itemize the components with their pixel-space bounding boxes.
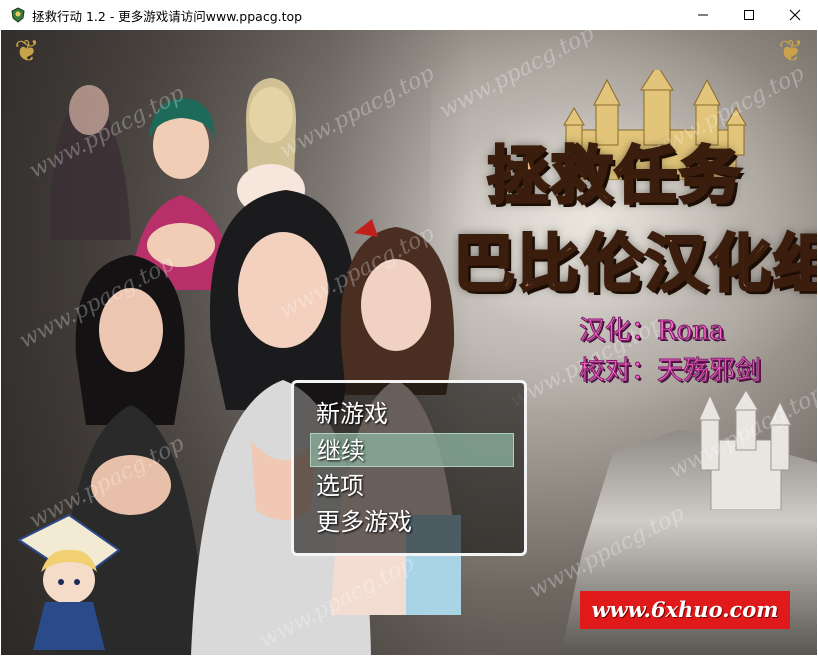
mascot-chibi bbox=[17, 513, 121, 650]
menu-item-options[interactable]: 选项 bbox=[310, 469, 514, 503]
title-bar[interactable]: 拯救行动 1.2 - 更多游戏请访问www.ppacg.top bbox=[0, 0, 818, 30]
minimize-icon bbox=[698, 14, 708, 16]
credit-translation: 汉化：Rona bbox=[578, 316, 725, 347]
site-banner-link[interactable]: www.6xhuo.com bbox=[580, 591, 790, 629]
corner-ornament-top-left: ❦ bbox=[14, 34, 40, 69]
credit-proofreading: 校对：天殇邪剑 bbox=[578, 356, 762, 387]
game-logo-subtitle: 巴比伦汉化组 bbox=[451, 226, 817, 302]
menu-item-new-game[interactable]: 新游戏 bbox=[310, 397, 514, 431]
game-logo-title: 拯救任务 bbox=[485, 138, 744, 214]
game-window: 拯救行动 1.2 - 更多游戏请访问www.ppacg.top ❦ ❦ www.… bbox=[0, 0, 818, 656]
minimize-button[interactable] bbox=[680, 0, 726, 30]
game-canvas[interactable]: ❦ ❦ www.ppacg.top www.ppacg.top www.ppac… bbox=[1, 30, 817, 655]
maximize-icon bbox=[744, 10, 754, 20]
menu-item-more-games[interactable]: 更多游戏 bbox=[310, 505, 514, 539]
maximize-button[interactable] bbox=[726, 0, 772, 30]
close-icon bbox=[789, 9, 801, 21]
close-button[interactable] bbox=[772, 0, 818, 30]
window-title: 拯救行动 1.2 - 更多游戏请访问www.ppacg.top bbox=[32, 9, 303, 24]
app-icon bbox=[11, 7, 25, 23]
menu-item-continue[interactable]: 继续 bbox=[310, 433, 514, 467]
title-menu: 新游戏 继续 选项 更多游戏 bbox=[291, 380, 527, 556]
